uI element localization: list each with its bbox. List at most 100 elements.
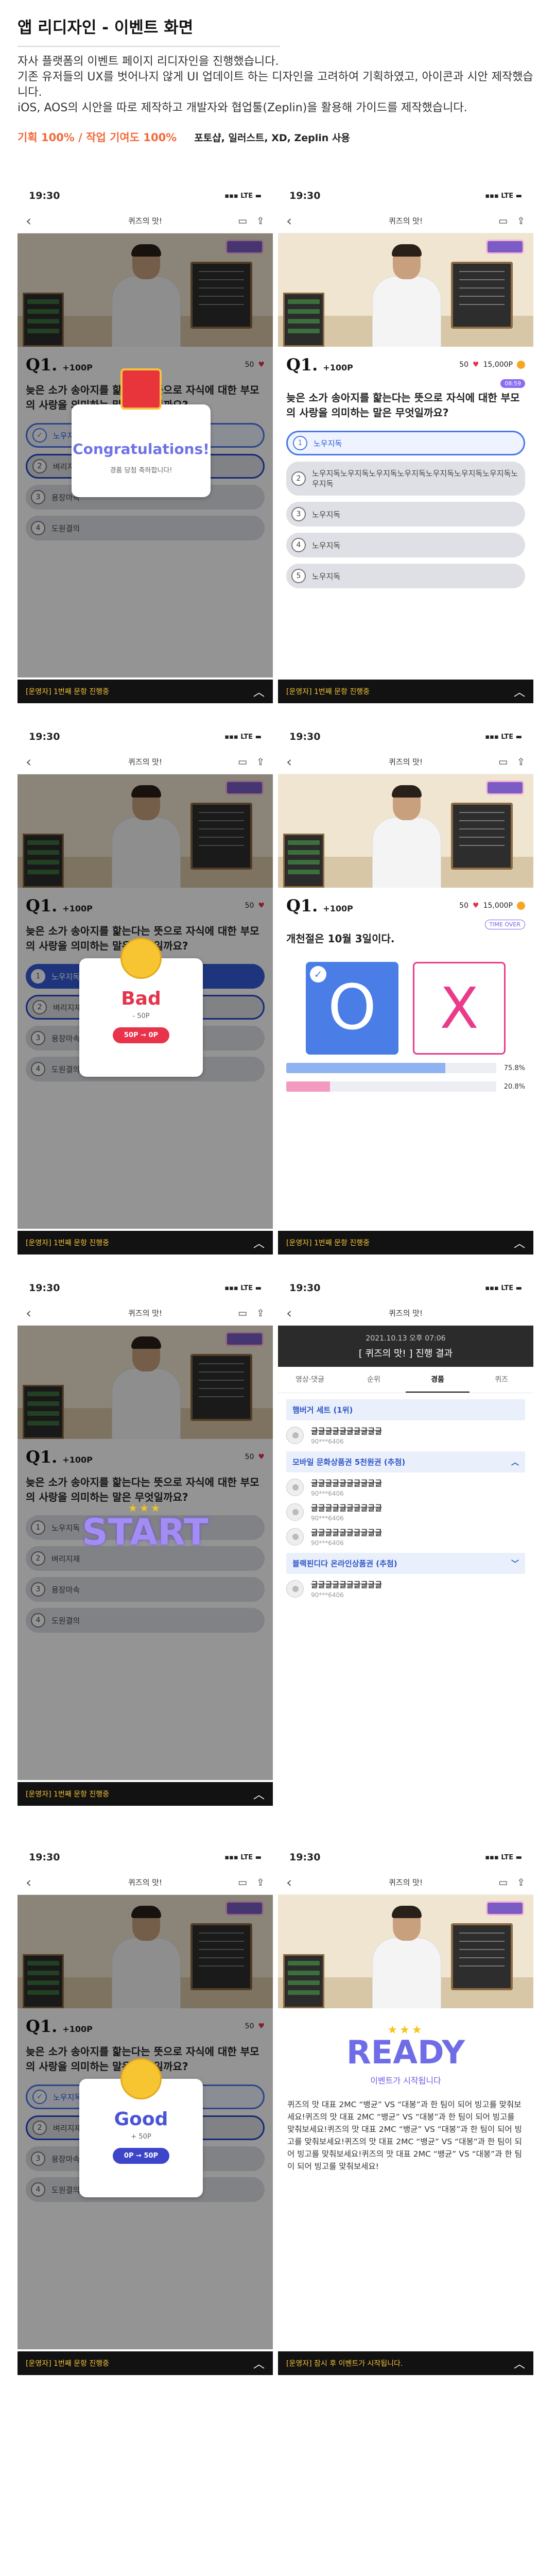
chat-bubble-icon[interactable]: ▭ <box>238 756 247 768</box>
popup-title: Bad <box>121 988 161 1009</box>
tab-quiz[interactable]: 퀴즈 <box>470 1367 533 1393</box>
back-icon[interactable]: ‹ <box>286 1874 302 1891</box>
points-change-pill: 50P → 0P <box>112 1027 170 1043</box>
desc-line-1: 자사 플랫폼의 이벤트 페이지 리디자인을 진행했습니다. <box>18 55 279 68</box>
expand-icon[interactable]: ︿ <box>253 2355 265 2371</box>
expand-icon[interactable]: ︿ <box>253 1786 265 1802</box>
chat-bubble-icon[interactable]: ▭ <box>498 215 508 227</box>
start-overlay: ★★★ START <box>18 1502 273 1550</box>
coin-icon <box>517 361 525 369</box>
expand-icon[interactable]: ︿ <box>253 683 265 700</box>
portfolio-header: 앱 리디자인 - 이벤트 화면 자사 플랫폼의 이벤트 페이지 리디자인을 진행… <box>18 0 537 145</box>
o-choice-button[interactable]: ✓ O <box>306 962 398 1055</box>
o-result-bar: 75.8% <box>286 1063 525 1073</box>
expand-icon[interactable]: ︿ <box>253 1234 265 1251</box>
expand-icon[interactable]: ︿ <box>514 683 525 700</box>
contribution-rate: 기획 100% / 작업 기여도 100% <box>18 131 177 144</box>
result-header: 2021.10.13 오후 07:06 [ 퀴즈의 맛! ] 진행 결과 <box>278 1326 533 1367</box>
top-bar: ‹ 퀴즈의 맛! ▭ ⇪ <box>278 209 533 233</box>
screen-ox-question: 19:30 ▪▪▪ LTE ▬ ‹ 퀴즈의 맛! ▭ ⇪ Q1. +100P 50 ♥ 15,0… <box>278 724 533 1255</box>
operator-bar[interactable]: [운영자] 1번째 문항 진행중 ︿ <box>18 680 273 703</box>
share-icon[interactable]: ⇪ <box>517 215 525 227</box>
screen-good: 19:30 ▪▪▪ LTE ▬ ‹ 퀴즈의 맛! ▭ ⇪ Q1. +100P 50 ♥ 늦은 … <box>18 1844 273 2375</box>
answer-option-3[interactable]: 3 노우지독 <box>286 502 525 527</box>
heart-icon: ♥ <box>473 361 479 369</box>
desc-line-3: iOS, AOS의 시안을 따로 제작하고 개발자와 협업툴(Zeplin)을 … <box>18 101 467 114</box>
popup-subtitle: + 50P <box>131 2133 151 2141</box>
crying-face-icon <box>120 938 162 979</box>
signal-status: ▪▪▪ LTE ▬ <box>224 192 262 200</box>
chevron-down-icon[interactable]: ﹀ <box>511 1558 519 1569</box>
share-icon[interactable]: ⇪ <box>256 215 265 227</box>
check-icon: ✓ <box>310 966 326 982</box>
operator-bar[interactable]: [운영자] 1번째 문항 진행중 ︿ <box>278 680 533 703</box>
portfolio-page: 앱 리디자인 - 이벤트 화면 자사 플랫폼의 이벤트 페이지 리디자인을 진행… <box>0 0 556 2576</box>
back-icon[interactable]: ‹ <box>26 1304 41 1321</box>
timer-badge: 08:59 <box>500 379 525 388</box>
points-total: 15,000P <box>483 361 513 369</box>
winner-row: 글글글글글글글글글글 90***6406 <box>286 1527 525 1547</box>
share-icon[interactable]: ⇪ <box>256 1308 265 1319</box>
page-title: 앱 리디자인 - 이벤트 화면 <box>18 19 194 37</box>
heart-eyes-face-icon <box>120 2058 162 2099</box>
answer-option-1[interactable]: 1 노우지독 <box>286 431 525 455</box>
winner-row: 글글글글글글글글글글 90***6406 <box>286 1426 525 1445</box>
chevron-up-icon[interactable]: ︿ <box>511 1456 519 1467</box>
back-icon[interactable]: ‹ <box>286 753 302 770</box>
event-description: 퀴즈의 맛 대표 2MC “뱅균” VS “대봉”과 한 팀이 되어 빙고를 맞… <box>287 2100 522 2171</box>
ox-choices: ✓ O X <box>278 962 533 1055</box>
tab-ranking[interactable]: 순위 <box>342 1367 406 1393</box>
share-icon[interactable]: ⇪ <box>256 1877 265 1888</box>
winner-row: 글글글글글글글글글글 90***6406 <box>286 1579 525 1599</box>
prize-section-1[interactable]: 햄버거 세트 (1위) <box>286 1399 525 1420</box>
tab-prizes[interactable]: 경품 <box>406 1367 470 1393</box>
operator-bar[interactable]: [운영자] 잠시 후 이벤트가 시작됩니다. ︿ <box>278 2351 533 2375</box>
title-divider <box>18 46 280 47</box>
status-bar: 19:30 ▪▪▪ LTE ▬ <box>289 190 522 201</box>
share-icon[interactable]: ⇪ <box>256 756 265 768</box>
project-meta: 기획 100% / 작업 기여도 100% 포토샵, 일러스트, XD, Zep… <box>18 129 537 145</box>
tools-used: 포토샵, 일러스트, XD, Zeplin 사용 <box>194 132 350 144</box>
screen-congratulations: 19:30 ▪▪▪ LTE ▬ ‹ 퀴즈의 맛! ▭ ⇪ Q1. +100P 50 ♥ 늦은 … <box>18 183 273 703</box>
chat-bubble-icon[interactable]: ▭ <box>238 1877 247 1888</box>
back-icon[interactable]: ‹ <box>286 212 302 229</box>
status-bar: 19:30 ▪▪▪ LTE ▬ <box>18 183 273 209</box>
operator-bar[interactable]: [운영자] 1번째 문항 진행중 ︿ <box>18 2351 273 2375</box>
expand-icon[interactable]: ︿ <box>514 2355 525 2371</box>
answer-option-2[interactable]: 2 노우지독노우지독노우지독노우지독노우지독노우지독노우지독노우지독 <box>286 462 525 496</box>
ready-banner: ★★★ READY 이벤트가 시작됩니다 <box>278 2024 533 2086</box>
result-title: [ 퀴즈의 맛! ] 진행 결과 <box>358 1348 453 1359</box>
points-change-pill: 0P → 50P <box>112 2148 170 2164</box>
share-icon[interactable]: ⇪ <box>517 756 525 768</box>
popup-subtitle: 경품 당첨 축하합니다! <box>110 467 172 474</box>
answer-option-5[interactable]: 5 노우지독 <box>286 564 525 588</box>
chat-bubble-icon[interactable]: ▭ <box>498 1877 508 1888</box>
back-icon[interactable]: ‹ <box>286 1304 302 1321</box>
tab-video-comments[interactable]: 영상·댓글 <box>278 1367 342 1393</box>
ready-subtitle: 이벤트가 시작됩니다 <box>370 2076 441 2086</box>
operator-bar[interactable]: [운영자] 1번째 문항 진행중 ︿ <box>18 1231 273 1255</box>
back-icon[interactable]: ‹ <box>26 212 41 229</box>
result-popup: Bad - 50P 50P → 0P <box>79 938 203 1077</box>
back-icon[interactable]: ‹ <box>26 753 41 770</box>
timer-badge: TIME OVER <box>484 920 525 929</box>
expand-icon[interactable]: ︿ <box>514 1234 525 1251</box>
avatar <box>286 1427 304 1444</box>
share-icon[interactable]: ⇪ <box>517 1877 525 1888</box>
operator-bar[interactable]: [운영자] 1번째 문항 진행중 ︿ <box>18 1782 273 1806</box>
operator-bar[interactable]: [운영자] 1번째 문항 진행중 ︿ <box>278 1231 533 1255</box>
chat-bubble-icon[interactable]: ▭ <box>238 215 247 227</box>
prize-section-2[interactable]: 모바일 문화상품권 5천원권 (추첨) ︿ <box>286 1451 525 1472</box>
x-choice-button[interactable]: X <box>413 962 506 1055</box>
chat-bubble-icon[interactable]: ▭ <box>498 756 508 768</box>
result-popup: Congratulations! 경품 당첨 축하합니다! <box>72 368 211 497</box>
back-icon[interactable]: ‹ <box>26 1874 41 1891</box>
prize-section-3[interactable]: 블랙핀디다 온라인상품권 (추첨) ﹀ <box>286 1553 525 1574</box>
answer-option-4[interactable]: 4 노우지독 <box>286 533 525 557</box>
winner-row: 글글글글글글글글글글 90***6406 <box>286 1502 525 1522</box>
screen-title: 퀴즈의 맛! <box>128 216 162 226</box>
x-result-bar: 20.8% <box>286 1081 525 1092</box>
chat-bubble-icon[interactable]: ▭ <box>238 1308 247 1319</box>
top-bar: ‹ 퀴즈의 맛! ▭ ⇪ <box>18 209 273 233</box>
popup-subtitle: - 50P <box>132 1012 150 1020</box>
